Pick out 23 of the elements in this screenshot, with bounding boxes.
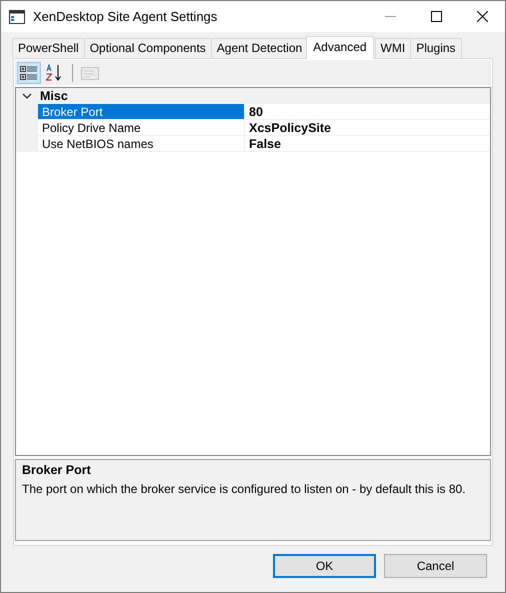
maximize-icon [430, 11, 442, 22]
tab[interactable]: Advanced [306, 36, 374, 59]
window-title: XenDesktop Site Agent Settings [33, 8, 218, 26]
dialog-button[interactable]: Cancel [384, 554, 487, 578]
category-label: Misc [38, 88, 490, 104]
chevron-icon[interactable] [22, 92, 32, 100]
description-text: The port on which the broker service is configured to listen on - by default this is 80. [22, 480, 467, 498]
property-value[interactable]: XcsPolicySite [245, 120, 490, 136]
close-icon [476, 11, 488, 22]
description-title: Broker Port [22, 462, 92, 479]
tab[interactable]: WMI [374, 38, 412, 58]
dialog-button[interactable]: OK [273, 554, 376, 578]
property-name[interactable]: Broker Port [38, 104, 245, 120]
tab[interactable]: PowerShell [12, 38, 85, 58]
tab[interactable]: Plugins [410, 38, 462, 58]
app-icon [9, 10, 25, 24]
property-value[interactable]: False [245, 136, 490, 152]
property-name[interactable]: Policy Drive Name [38, 120, 245, 136]
minimize-icon [384, 16, 396, 17]
grid-gutter [16, 136, 38, 152]
categorized-view-button[interactable] [17, 62, 41, 84]
property-value[interactable]: 80 [245, 104, 490, 120]
property-name[interactable]: Use NetBIOS names [38, 136, 245, 152]
